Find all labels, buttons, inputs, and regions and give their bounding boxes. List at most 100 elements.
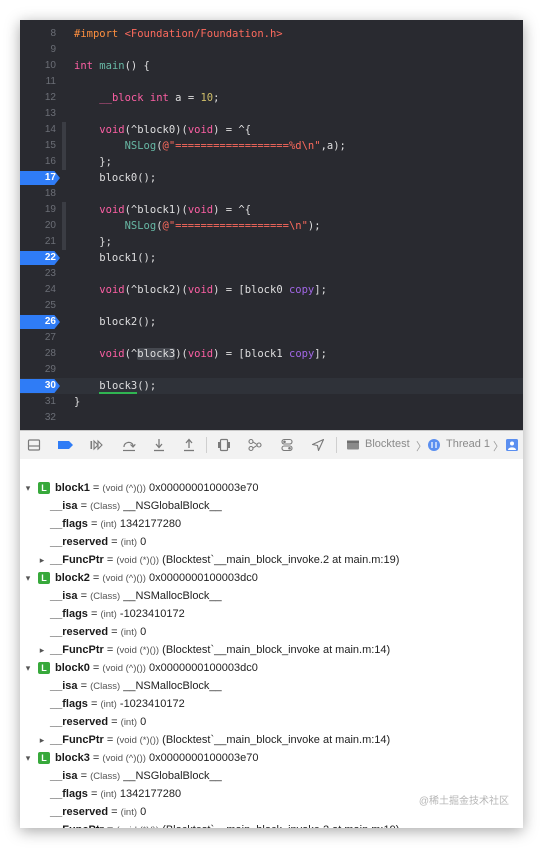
code-text[interactable]: void(^block3)(void) = [block1 copy]; — [74, 346, 327, 362]
variable-row[interactable]: __flags = (int) 1342177280 — [20, 515, 523, 533]
code-text[interactable]: #import <Foundation/Foundation.h> — [74, 26, 283, 42]
line-number[interactable]: 19 — [20, 202, 56, 218]
code-line[interactable]: 12 __block int a = 10; — [20, 90, 523, 106]
variable-row[interactable]: ▸__FuncPtr = (void (*)()) (Blocktest`__m… — [20, 551, 523, 569]
line-number[interactable]: 24 — [20, 282, 56, 298]
variable-row[interactable]: __reserved = (int) 0 — [20, 713, 523, 731]
variable-row[interactable]: __isa = (Class) __NSMallocBlock__ — [20, 587, 523, 605]
disclosure-open-icon[interactable]: ▾ — [23, 659, 33, 677]
source-editor[interactable]: 8 #import <Foundation/Foundation.h> 9 10 int… — [20, 20, 523, 430]
code-text[interactable]: void(^block0)(void) = ^{ — [74, 122, 251, 138]
code-text[interactable]: }; — [74, 154, 112, 170]
breakpoints-toggle-icon[interactable] — [57, 438, 75, 452]
variables-view[interactable]: ▾ Lblock1 = (void (^)()) 0x0000000100003e… — [20, 459, 523, 828]
code-line[interactable]: 16 }; — [20, 154, 523, 170]
line-number[interactable]: 20 — [20, 218, 56, 234]
code-text[interactable]: void(^block2)(void) = [block0 copy]; — [74, 282, 327, 298]
disclosure-open-icon[interactable]: ▾ — [23, 749, 33, 767]
variable-row[interactable]: ▸__FuncPtr = (void (*)()) (Blocktest`__m… — [20, 731, 523, 749]
variable-row[interactable]: ▸__FuncPtr = (void (*)()) (Blocktest`__m… — [20, 821, 523, 828]
line-number[interactable]: 17 — [20, 170, 56, 186]
step-into-icon[interactable] — [152, 438, 166, 452]
code-text[interactable]: block1(); — [74, 250, 156, 266]
environment-overrides-icon[interactable] — [280, 438, 294, 452]
code-line[interactable]: 25 — [20, 298, 523, 314]
code-text[interactable]: int main() { — [74, 58, 150, 74]
disclosure-closed-icon[interactable]: ▸ — [37, 551, 47, 569]
disclosure-closed-icon[interactable]: ▸ — [37, 731, 47, 749]
code-line[interactable]: 21 }; — [20, 234, 523, 250]
code-line[interactable]: 9 — [20, 42, 523, 58]
code-line[interactable]: 32 — [20, 410, 523, 426]
line-number[interactable]: 12 — [20, 90, 56, 106]
memory-graph-icon[interactable] — [248, 438, 262, 452]
code-line[interactable]: 23 — [20, 266, 523, 282]
code-line[interactable]: 30 block3(); — [20, 378, 523, 394]
line-number[interactable]: 9 — [20, 42, 56, 58]
breadcrumb-thread[interactable]: Thread 1 — [446, 438, 490, 450]
code-line[interactable]: 31} — [20, 394, 523, 410]
line-number[interactable]: 25 — [20, 298, 56, 314]
line-number[interactable]: 28 — [20, 346, 56, 362]
code-line[interactable]: 17 block0(); — [20, 170, 523, 186]
variable-row[interactable]: __reserved = (int) 0 — [20, 623, 523, 641]
simulate-location-icon[interactable] — [311, 438, 325, 452]
code-text[interactable]: block2(); — [74, 314, 156, 330]
breadcrumb-target[interactable]: Blocktest — [365, 438, 410, 450]
code-line[interactable]: 14 void(^block0)(void) = ^{ — [20, 122, 523, 138]
code-line[interactable]: 15 NSLog(@"==================%d\n",a); — [20, 138, 523, 154]
code-line[interactable]: 20 NSLog(@"==================\n"); — [20, 218, 523, 234]
disclosure-open-icon[interactable]: ▾ — [23, 479, 33, 497]
line-number[interactable]: 22 — [20, 250, 56, 266]
code-line[interactable]: 8 #import <Foundation/Foundation.h> — [20, 26, 523, 42]
code-line[interactable]: 24 void(^block2)(void) = [block0 copy]; — [20, 282, 523, 298]
line-number[interactable]: 13 — [20, 106, 56, 122]
line-number[interactable]: 16 — [20, 154, 56, 170]
line-number[interactable]: 11 — [20, 74, 56, 90]
code-line[interactable]: 18 — [20, 186, 523, 202]
variable-row[interactable]: ▾ Lblock2 = (void (^)()) 0x0000000100003d… — [20, 569, 523, 587]
line-number[interactable]: 14 — [20, 122, 56, 138]
line-number[interactable]: 23 — [20, 266, 56, 282]
view-debugger-icon[interactable] — [217, 438, 231, 452]
line-number[interactable]: 27 — [20, 330, 56, 346]
code-text[interactable]: block3(); — [74, 378, 156, 394]
variable-row[interactable]: __flags = (int) -1023410172 — [20, 695, 523, 713]
code-line[interactable]: 19 void(^block1)(void) = ^{ — [20, 202, 523, 218]
variable-row[interactable]: __isa = (Class) __NSGlobalBlock__ — [20, 767, 523, 785]
code-line[interactable]: 10 int main() { — [20, 58, 523, 74]
variable-row[interactable]: ▾ Lblock3 = (void (^)()) 0x0000000100003e… — [20, 749, 523, 767]
step-over-icon[interactable] — [121, 438, 137, 452]
variable-row[interactable]: ▾ Lblock0 = (void (^)()) 0x0000000100003d… — [20, 659, 523, 677]
variable-row[interactable]: __isa = (Class) __NSMallocBlock__ — [20, 677, 523, 695]
variable-row[interactable]: __flags = (int) -1023410172 — [20, 605, 523, 623]
line-number[interactable]: 8 — [20, 26, 56, 42]
variable-row[interactable]: __reserved = (int) 0 — [20, 533, 523, 551]
line-number[interactable]: 32 — [20, 410, 56, 426]
code-text[interactable]: NSLog(@"==================\n"); — [74, 218, 321, 234]
code-line[interactable]: 26 block2(); — [20, 314, 523, 330]
hide-debug-area-icon[interactable] — [27, 438, 41, 452]
code-line[interactable]: 29 — [20, 362, 523, 378]
code-line[interactable]: 13 — [20, 106, 523, 122]
step-out-icon[interactable] — [182, 438, 196, 452]
code-text[interactable]: void(^block1)(void) = ^{ — [74, 202, 251, 218]
line-number[interactable]: 29 — [20, 362, 56, 378]
code-text[interactable]: } — [74, 394, 80, 410]
code-text[interactable]: }; — [74, 234, 112, 250]
code-text[interactable]: block0(); — [74, 170, 156, 186]
disclosure-closed-icon[interactable]: ▸ — [37, 821, 47, 828]
line-number[interactable]: 10 — [20, 58, 56, 74]
code-text[interactable]: __block int a = 10; — [74, 90, 219, 106]
variable-row[interactable]: __isa = (Class) __NSGlobalBlock__ — [20, 497, 523, 515]
continue-icon[interactable] — [89, 438, 105, 452]
disclosure-closed-icon[interactable]: ▸ — [37, 641, 47, 659]
code-line[interactable]: 22 block1(); — [20, 250, 523, 266]
line-number[interactable]: 26 — [20, 314, 56, 330]
variable-row[interactable]: ▸__FuncPtr = (void (*)()) (Blocktest`__m… — [20, 641, 523, 659]
line-number[interactable]: 21 — [20, 234, 56, 250]
code-line[interactable]: 11 — [20, 74, 523, 90]
line-number[interactable]: 30 — [20, 378, 56, 394]
code-line[interactable]: 27 — [20, 330, 523, 346]
variable-row[interactable]: ▾ Lblock1 = (void (^)()) 0x0000000100003e… — [20, 479, 523, 497]
